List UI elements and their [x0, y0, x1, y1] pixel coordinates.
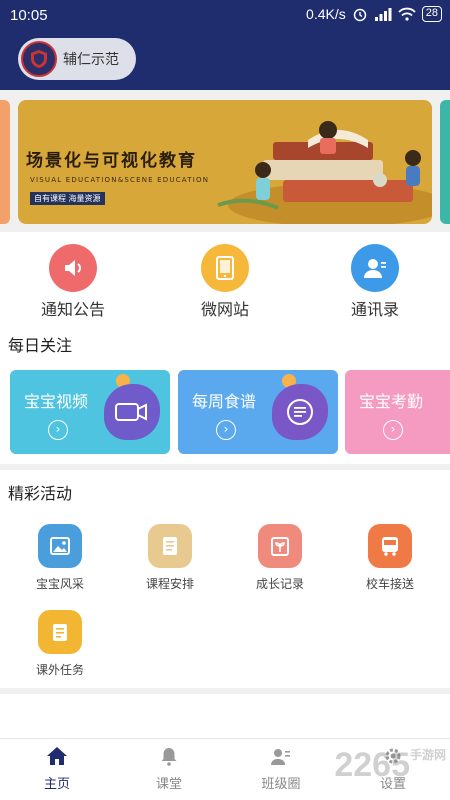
shortcut-notice[interactable]: 通知公告 — [18, 244, 128, 320]
daily-section-title: 每日关注 — [8, 336, 73, 355]
activity-label: 成长记录 — [255, 577, 304, 591]
tab-class-circle[interactable]: 班级圈 — [236, 745, 326, 792]
bus-icon — [368, 524, 412, 568]
banner-title: 场景化与可视化教育 — [26, 151, 197, 171]
activity-label: 课程安排 — [145, 577, 194, 591]
recipe-icon — [272, 384, 328, 440]
school-switcher[interactable]: 辅仁示范 — [18, 38, 136, 80]
banner-tag: 自有课程 海量资源 — [30, 192, 105, 205]
shortcut-label: 通讯录 — [350, 300, 399, 319]
card-label: 宝宝考勤 — [359, 392, 424, 411]
chevron-right-icon: › — [383, 420, 403, 440]
speaker-icon — [49, 244, 97, 292]
school-name: 辅仁示范 — [63, 52, 119, 68]
activity-course-schedule[interactable]: 课程安排 — [115, 524, 225, 592]
home-icon — [12, 745, 102, 767]
shortcut-label: 微网站 — [200, 300, 249, 319]
activity-label: 课外任务 — [35, 663, 84, 677]
video-camera-icon — [104, 384, 160, 440]
wifi-icon — [398, 7, 416, 21]
tab-label: 主页 — [43, 777, 70, 792]
network-speed: 0.4K/s — [306, 6, 346, 22]
tab-label: 班级圈 — [261, 777, 301, 792]
site-watermark: 2265手游网 — [334, 746, 446, 785]
shortcut-row: 通知公告 微网站 通讯录 — [0, 238, 450, 320]
task-icon — [38, 610, 82, 654]
tab-label: 课堂 — [155, 777, 182, 792]
banner-carousel[interactable]: 场景化与可视化教育 VISUAL EDUCATION&SCENE EDUCATI… — [0, 90, 450, 232]
activity-extra-task[interactable]: 课外任务 — [5, 610, 115, 678]
activity-label: 校车接送 — [365, 577, 414, 591]
alarm-icon — [353, 8, 366, 22]
card-weekly-recipe[interactable]: 每周食谱 › — [178, 370, 338, 454]
shortcut-microsite[interactable]: 微网站 — [170, 244, 280, 320]
app-header: 10:05 0.4K/s 28 辅仁示范 — [0, 0, 450, 90]
schedule-icon — [148, 524, 192, 568]
status-bar: 10:05 0.4K/s 28 — [0, 0, 450, 30]
banner-prev-peek[interactable] — [0, 100, 10, 224]
banner-subtitle: VISUAL EDUCATION&SCENE EDUCATION — [30, 176, 210, 184]
status-indicators: 0.4K/s 28 — [306, 6, 442, 22]
tablet-icon — [201, 244, 249, 292]
tab-classroom[interactable]: 课堂 — [124, 745, 214, 792]
shortcut-contacts[interactable]: 通讯录 — [320, 244, 430, 320]
activity-label: 宝宝风采 — [35, 577, 84, 591]
activities-section-title: 精彩活动 — [8, 484, 73, 503]
bell-icon — [124, 745, 214, 767]
activity-baby-gallery[interactable]: 宝宝风采 — [5, 524, 115, 592]
photo-icon — [38, 524, 82, 568]
section-divider — [0, 464, 450, 470]
banner-next-peek[interactable] — [440, 100, 450, 224]
card-baby-video[interactable]: 宝宝视频 › — [10, 370, 170, 454]
school-logo — [21, 41, 57, 77]
section-divider — [0, 688, 450, 694]
card-baby-attendance[interactable]: 宝宝考勤 › — [345, 370, 450, 454]
shortcut-label: 通知公告 — [40, 300, 105, 319]
chevron-right-icon: › — [48, 420, 68, 440]
card-label: 每周食谱 — [192, 392, 257, 411]
chevron-right-icon: › — [216, 420, 236, 440]
activity-growth-record[interactable]: 成长记录 — [225, 524, 335, 592]
battery-indicator: 28 — [421, 6, 442, 22]
tab-home[interactable]: 主页 — [12, 745, 102, 792]
growth-icon — [258, 524, 302, 568]
daily-cards: 宝宝视频 › 每周食谱 › 宝宝考勤 › — [0, 370, 450, 454]
activity-school-bus[interactable]: 校车接送 — [335, 524, 445, 592]
card-label: 宝宝视频 — [24, 392, 89, 411]
watermark-text: 手游网 — [409, 748, 446, 762]
watermark-number: 2265 — [334, 746, 410, 784]
status-time: 10:05 — [10, 7, 48, 24]
contact-icon — [351, 244, 399, 292]
circle-icon — [236, 745, 326, 767]
banner-slide[interactable]: 场景化与可视化教育 VISUAL EDUCATION&SCENE EDUCATI… — [18, 100, 432, 224]
signal-icon — [374, 8, 392, 21]
